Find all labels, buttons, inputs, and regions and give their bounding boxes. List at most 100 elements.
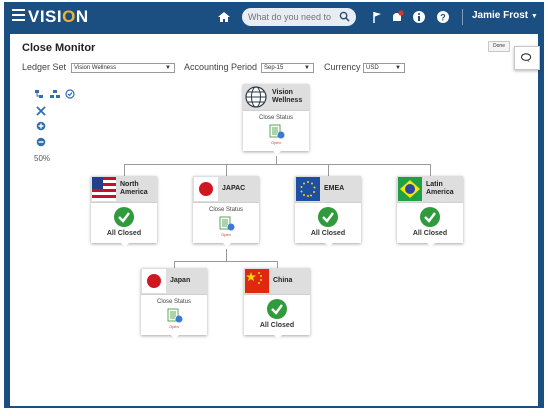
zoom-level: 50%	[34, 154, 51, 163]
search-icon[interactable]	[339, 11, 350, 22]
node-status: All Closed	[259, 322, 295, 329]
node-header: EMEA	[295, 176, 361, 203]
user-menu[interactable]: Jamie Frost ▼	[472, 10, 538, 21]
connector-line	[430, 164, 431, 176]
close-status-document-icon	[219, 216, 235, 231]
node-body: Close Status Open	[193, 203, 259, 247]
node-name: Japan	[170, 277, 191, 284]
connector-line	[226, 164, 227, 176]
node-name: Latin America	[426, 181, 454, 196]
chat-icon[interactable]	[515, 47, 539, 69]
connector-line	[124, 164, 431, 165]
node-state: Open	[221, 232, 231, 237]
node-name: North America	[120, 181, 148, 196]
node-pointer	[171, 335, 179, 339]
zoom-in-icon[interactable]	[36, 121, 46, 131]
japan-flag-icon	[142, 269, 166, 293]
ledger-set-label: Ledger Set	[22, 62, 67, 72]
help-icon[interactable]: ?	[436, 10, 450, 24]
node-state: Open	[169, 324, 179, 329]
app-logo[interactable]: VISION	[28, 7, 89, 27]
org-node-latin-america[interactable]: Latin America All Closed	[397, 176, 463, 247]
node-pointer	[223, 243, 231, 247]
node-body: Close Status Open	[141, 295, 207, 339]
collapse-icon[interactable]	[36, 106, 46, 116]
org-node-north-america[interactable]: North America All Closed	[91, 176, 157, 247]
node-header: Latin America	[397, 176, 463, 203]
node-status: All Closed	[310, 230, 346, 237]
node-body: All Closed	[295, 203, 361, 247]
node-pointer	[121, 243, 129, 247]
check-circle-icon	[420, 207, 440, 227]
check-circle-icon	[267, 299, 287, 319]
page-title: Close Monitor	[22, 42, 96, 54]
flag-icon[interactable]	[370, 10, 384, 24]
brazil-flag-icon	[398, 177, 422, 201]
connector-line	[174, 261, 175, 268]
china-flag-icon	[245, 269, 269, 293]
chevron-down-icon[interactable]: ▼	[531, 13, 538, 20]
info-icon[interactable]	[412, 10, 426, 24]
connector-line	[277, 261, 278, 268]
notifications-icon[interactable]	[390, 10, 404, 24]
ledger-set-value: Vision Wellness	[74, 65, 117, 71]
hamburger-icon[interactable]	[12, 9, 28, 23]
node-name: China	[273, 277, 293, 284]
accounting-period-label: Accounting Period	[184, 62, 258, 72]
connector-line	[328, 164, 329, 176]
home-icon[interactable]	[217, 10, 231, 24]
node-body: All Closed	[244, 295, 310, 339]
user-name[interactable]: Jamie Frost	[472, 10, 528, 21]
search-input[interactable]	[248, 12, 332, 22]
globe-icon	[244, 85, 268, 109]
node-pointer	[274, 335, 282, 339]
node-pointer	[427, 243, 435, 247]
org-node-vision-wellness[interactable]: Vision Wellness Close Status Open	[243, 84, 309, 155]
layout-vertical-icon[interactable]	[50, 89, 60, 99]
currency-value: USD	[366, 65, 379, 71]
node-body: Close Status Open	[243, 111, 309, 155]
eu-flag-icon	[296, 177, 320, 201]
node-body: All Closed	[91, 203, 157, 247]
chevron-down-icon: ▼	[395, 65, 401, 71]
japan-flag-icon	[194, 177, 218, 201]
close-status-document-icon	[167, 308, 183, 323]
node-status: All Closed	[412, 230, 448, 237]
node-header: China	[244, 268, 310, 295]
org-node-japac[interactable]: JAPAC Close Status Open	[193, 176, 259, 247]
node-body: All Closed	[397, 203, 463, 247]
node-name: Vision Wellness	[272, 89, 303, 104]
check-circle-icon	[114, 207, 134, 227]
done-button[interactable]: Done	[488, 41, 510, 52]
node-status: Close Status	[258, 115, 294, 121]
global-search[interactable]	[242, 8, 356, 26]
org-node-japan[interactable]: Japan Close Status Open	[141, 268, 207, 339]
node-header: JAPAC	[193, 176, 259, 203]
node-status: All Closed	[106, 230, 142, 237]
org-node-china[interactable]: China All Closed	[244, 268, 310, 339]
app-window: VISION ? Jamie Frost ▼ Close Monitor Don…	[4, 2, 544, 408]
connector-line	[226, 249, 227, 261]
close-status-document-icon	[269, 124, 285, 139]
currency-select[interactable]: USD ▼	[363, 63, 405, 73]
layout-horizontal-icon[interactable]	[34, 89, 44, 99]
zoom-out-icon[interactable]	[36, 137, 46, 147]
chat-button[interactable]	[514, 46, 540, 70]
top-navigation-bar: VISION ? Jamie Frost ▼	[4, 2, 544, 32]
main-content: Close Monitor Done Ledger Set Vision Wel…	[10, 34, 540, 406]
node-status: Close Status	[156, 299, 192, 305]
node-name: JAPAC	[222, 185, 246, 192]
node-pointer	[325, 243, 333, 247]
usa-flag-icon	[92, 177, 116, 201]
accounting-period-select[interactable]: Sep-15 ▼	[261, 63, 314, 73]
svg-text:?: ?	[440, 13, 446, 23]
accounting-period-value: Sep-15	[264, 65, 284, 71]
fit-icon[interactable]	[65, 89, 75, 99]
ledger-set-select[interactable]: Vision Wellness ▼	[71, 63, 175, 73]
node-status: Close Status	[208, 207, 244, 213]
org-node-emea[interactable]: EMEA All Closed	[295, 176, 361, 247]
node-header: North America	[91, 176, 157, 203]
node-name: EMEA	[324, 185, 345, 192]
header-divider	[462, 9, 463, 25]
node-header: Vision Wellness	[243, 84, 309, 111]
